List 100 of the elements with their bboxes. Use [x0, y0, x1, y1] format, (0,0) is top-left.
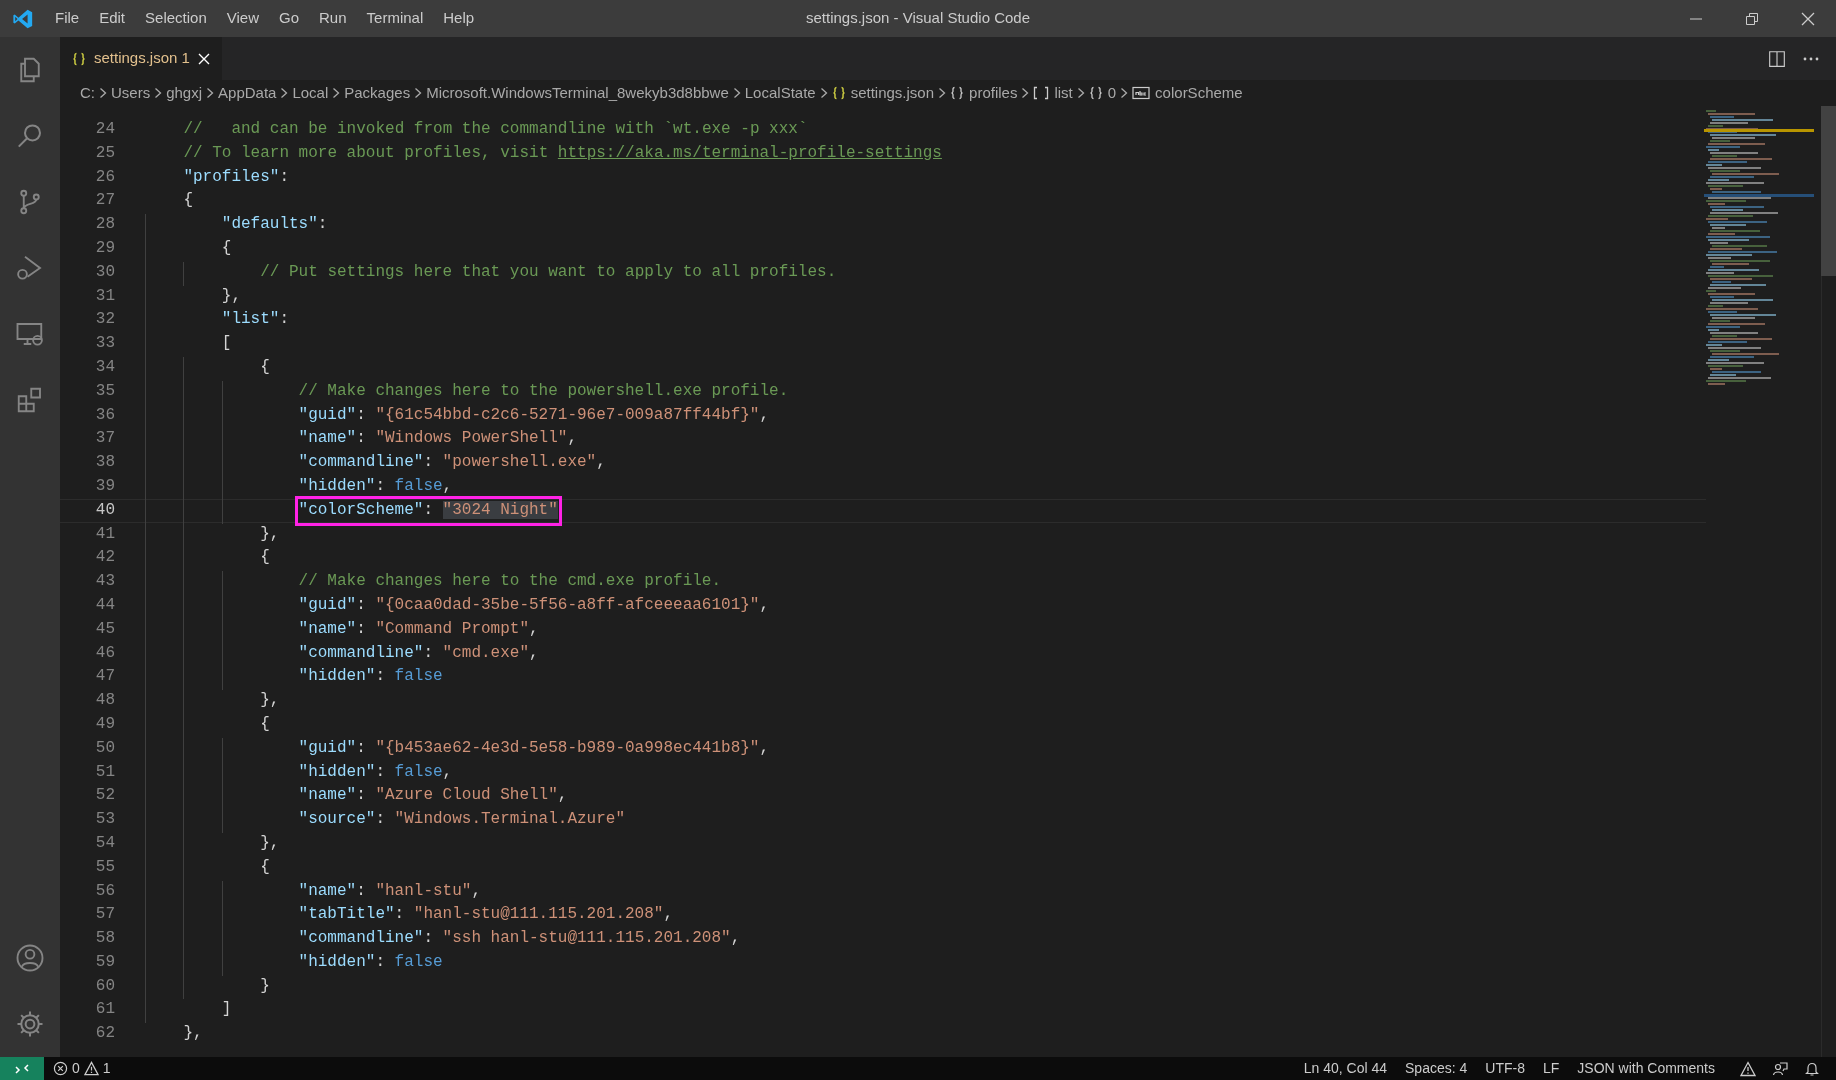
breadcrumb-item[interactable]: AppData [218, 81, 277, 105]
line-number: 35 [94, 380, 115, 402]
scrollbar-thumb[interactable] [1821, 106, 1836, 276]
close-icon[interactable] [197, 52, 210, 65]
line-number: 46 [94, 642, 115, 664]
menu-item[interactable]: Run [309, 7, 357, 30]
code-line: [ [221, 333, 232, 355]
app-logo-icon [11, 7, 34, 30]
line-number: 48 [94, 690, 115, 712]
breadcrumb-item[interactable]: Users [111, 81, 151, 105]
chevron-icon [154, 87, 163, 99]
split-editor-icon[interactable] [1768, 49, 1786, 68]
line-number: 25 [94, 142, 115, 164]
status-item[interactable]: Spaces: 4 [1396, 1058, 1477, 1079]
json-file-icon [831, 86, 846, 100]
status-item[interactable]: LF [1533, 1058, 1569, 1079]
breadcrumb-item[interactable]: profiles [969, 81, 1018, 105]
code-line: }, [221, 285, 241, 307]
code-link[interactable]: https://aka.ms/terminal-profile-settings [557, 143, 942, 162]
line-number: 36 [94, 404, 115, 426]
notifications-icon[interactable] [1804, 1060, 1820, 1077]
breadcrumb-item[interactable]: ghgxj [166, 81, 203, 105]
close-icon [1801, 11, 1815, 26]
line-number: 61 [94, 999, 115, 1021]
breadcrumb-item[interactable]: Packages [344, 81, 411, 105]
chevron-icon [206, 87, 215, 99]
breadcrumb-item[interactable]: C: [80, 81, 95, 105]
code-line: "commandline": "ssh hanl-stu@111.115.201.208", [298, 928, 741, 950]
chevron-icon [819, 87, 828, 99]
code-line: }, [260, 832, 280, 854]
breadcrumb-item[interactable]: Local [292, 81, 329, 105]
breadcrumb-item[interactable]: 0 [1107, 81, 1117, 105]
code-line: "commandline": "powershell.exe", [298, 452, 606, 474]
line-number: 50 [94, 737, 115, 759]
code-line: "guid": "{0caa0dad-35be-5f56-a8ff-afceeeaa6101}", [298, 594, 770, 616]
chevron-icon [732, 87, 741, 99]
line-number: 62 [94, 1023, 115, 1045]
status-item[interactable]: Ln 40, Col 44 [1294, 1058, 1396, 1079]
chevron-icon [1021, 87, 1030, 99]
line-number: 37 [94, 428, 115, 450]
window-title: settings.json - Visual Studio Code [806, 8, 1030, 29]
line-number: 60 [94, 975, 115, 997]
chevron-icon [1120, 87, 1129, 99]
line-number: 47 [94, 666, 115, 688]
line-number: 54 [94, 832, 115, 854]
settings-icon[interactable] [15, 1009, 45, 1039]
code-line: "profiles": [183, 166, 289, 188]
line-number: 30 [94, 261, 115, 283]
code-line: // Make changes here to the powershell.exe profile. [298, 380, 789, 402]
line-number: 57 [94, 904, 115, 926]
code-line: "name": "Azure Cloud Shell", [298, 785, 568, 807]
brackets-icon [1033, 86, 1050, 100]
code-line: "commandline": "cmd.exe", [298, 642, 539, 664]
code-line: { [183, 190, 193, 212]
menu-item[interactable]: Help [433, 7, 485, 30]
line-number: 24 [94, 119, 115, 140]
line-number: 44 [94, 594, 115, 616]
line-number: 38 [94, 452, 115, 474]
menu-item[interactable]: Terminal [356, 7, 434, 30]
line-number: 39 [94, 475, 115, 497]
code-line: { [260, 547, 270, 569]
menu-item[interactable]: View [216, 7, 269, 30]
account-icon[interactable] [15, 943, 45, 973]
editor-tab[interactable]: settings.json 1 [60, 37, 222, 80]
code-line: "tabTitle": "hanl-stu@111.115.201.208", [298, 904, 674, 926]
line-number: 34 [94, 356, 115, 378]
code-line: "list": [221, 309, 289, 331]
warning-icon[interactable] [1740, 1060, 1756, 1077]
code-line: "source": "Windows.Terminal.Azure" [298, 809, 625, 831]
code-line: "name": "Command Prompt", [298, 618, 539, 640]
menu-item[interactable]: Selection [135, 7, 217, 30]
breadcrumb-item[interactable]: settings.json [850, 81, 935, 105]
minimize-icon [1689, 17, 1703, 20]
code-line: "hidden": false, [298, 475, 453, 497]
problems-button[interactable]: 0 1 [44, 1058, 120, 1079]
chevron-icon [99, 87, 107, 99]
menu-item[interactable]: Go [269, 7, 309, 30]
line-number: 29 [94, 238, 115, 259]
status-item[interactable]: JSON with Comments [1568, 1058, 1724, 1079]
remote-button[interactable] [0, 1057, 44, 1080]
chevron-icon [938, 87, 947, 99]
code-line: } [260, 975, 270, 997]
menu-item[interactable]: File [45, 7, 90, 30]
breadcrumb-item[interactable]: colorScheme [1155, 81, 1243, 105]
line-number: 56 [94, 880, 115, 902]
menu-item[interactable]: Edit [89, 7, 136, 30]
breadcrumb-item[interactable]: Microsoft.WindowsTerminal_8wekyb3d8bbwe [426, 81, 729, 105]
more-actions-icon[interactable] [1802, 55, 1820, 62]
chevron-icon [332, 87, 341, 99]
breadcrumb-item[interactable]: LocalState [744, 81, 816, 105]
line-number: 51 [94, 761, 115, 783]
line-number: 58 [94, 928, 115, 950]
line-number: 32 [94, 309, 115, 331]
error-icon [53, 1061, 68, 1076]
code-line: "guid": "{61c54bbd-c2c6-5271-96e7-009a87ff44bf}", [298, 404, 770, 426]
status-item[interactable]: UTF-8 [1476, 1058, 1534, 1079]
feedback-icon[interactable] [1772, 1060, 1788, 1077]
breadcrumb-item[interactable]: list [1054, 81, 1073, 105]
line-number: 28 [94, 214, 115, 236]
code-line: { [221, 238, 232, 259]
